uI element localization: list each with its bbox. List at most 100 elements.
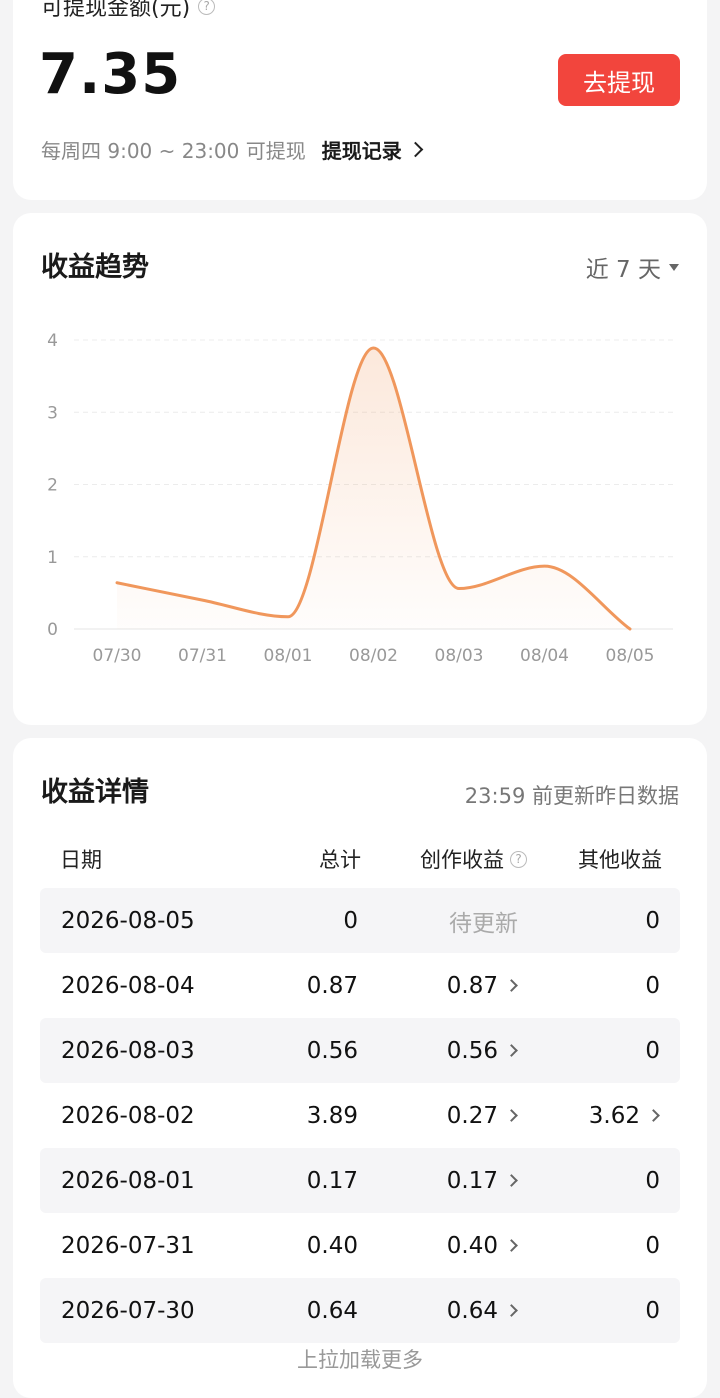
chevron-right-icon <box>407 142 423 158</box>
balance-amount: 7.35 <box>39 42 181 107</box>
cell-total-value: 0.56 <box>307 1038 358 1064</box>
cell-date: 2026-08-01 <box>61 1148 195 1213</box>
chevron-right-icon <box>647 1109 660 1122</box>
chevron-right-icon <box>505 1044 518 1057</box>
cell-total: 0.56 <box>307 1018 358 1083</box>
question-circle-icon[interactable]: ? <box>510 851 527 868</box>
cell-creation[interactable]: 0.56 <box>447 1018 518 1083</box>
cell-other-value: 0 <box>645 1038 660 1064</box>
cell-creation[interactable]: 0.40 <box>447 1213 518 1278</box>
cell-other: 0 <box>645 888 660 953</box>
cell-total: 0.40 <box>307 1213 358 1278</box>
balance-label: 可提现金额(元) <box>41 0 190 22</box>
cell-other-value: 0 <box>645 1233 660 1259</box>
withdraw-schedule-row: 每周四 9:00 ~ 23:00 可提现 提现记录 <box>41 135 421 164</box>
table-row: 2026-08-02 3.89 0.27 3.62 <box>40 1083 680 1148</box>
cell-total: 0 <box>343 888 358 953</box>
table-row: 2026-08-04 0.87 0.87 0 <box>40 953 680 1018</box>
x-tick-label: 07/31 <box>178 646 227 666</box>
table-row: 2026-08-05 0 待更新 0 <box>40 888 680 953</box>
detail-table: 2026-08-050待更新02026-08-040.870.8702026-0… <box>40 888 680 1343</box>
y-tick-label: 0 <box>47 620 58 640</box>
header-total: 总计 <box>319 844 361 874</box>
cell-date: 2026-08-04 <box>61 953 195 1018</box>
question-circle-icon[interactable]: ? <box>198 0 215 15</box>
table-row: 2026-08-03 0.56 0.56 0 <box>40 1018 680 1083</box>
header-creation: 创作收益 <box>420 844 504 874</box>
cell-creation: 待更新 <box>449 888 518 953</box>
cell-creation[interactable]: 0.27 <box>447 1083 518 1148</box>
balance-label-row: 可提现金额(元) ? <box>41 0 215 22</box>
cell-other: 0 <box>645 1018 660 1083</box>
x-tick-label: 08/03 <box>435 646 484 666</box>
cell-creation-value: 0.56 <box>447 1038 498 1064</box>
cell-date: 2026-07-31 <box>61 1213 195 1278</box>
cell-creation-value: 0.64 <box>447 1298 498 1324</box>
x-tick-label: 07/30 <box>93 646 142 666</box>
cell-total-value: 0.40 <box>307 1233 358 1259</box>
header-date: 日期 <box>60 844 102 874</box>
cell-date: 2026-08-02 <box>61 1083 195 1148</box>
cell-other[interactable]: 3.62 <box>589 1083 660 1148</box>
x-tick-label: 08/05 <box>606 646 655 666</box>
x-tick-label: 08/02 <box>349 646 398 666</box>
chevron-right-icon <box>505 1239 518 1252</box>
withdraw-record-link[interactable]: 提现记录 <box>322 135 421 164</box>
header-other: 其他收益 <box>578 844 662 874</box>
cell-other-value: 3.62 <box>589 1103 640 1129</box>
cell-other: 0 <box>645 1148 660 1213</box>
cell-date-value: 2026-07-31 <box>61 1233 195 1259</box>
withdraw-record-label: 提现记录 <box>322 135 402 164</box>
detail-title: 收益详情 <box>41 770 149 809</box>
cell-total-value: 0.17 <box>307 1168 358 1194</box>
chevron-right-icon <box>505 1174 518 1187</box>
cell-other-value: 0 <box>645 973 660 999</box>
cell-creation[interactable]: 0.64 <box>447 1278 518 1343</box>
cell-date-value: 2026-08-01 <box>61 1168 195 1194</box>
cell-date-value: 2026-08-04 <box>61 973 195 999</box>
load-more-hint: 上拉加载更多 <box>0 1344 720 1374</box>
cell-total-value: 0.87 <box>307 973 358 999</box>
detail-card: 收益详情 23:59 前更新昨日数据 日期 总计 创作收益 ? 其他收益 202… <box>13 738 707 1398</box>
cell-total-value: 0 <box>343 908 358 934</box>
cell-creation[interactable]: 0.17 <box>447 1148 518 1213</box>
cell-creation[interactable]: 0.87 <box>447 953 518 1018</box>
cell-total: 3.89 <box>307 1083 358 1148</box>
x-tick-label: 08/01 <box>264 646 313 666</box>
chevron-right-icon <box>505 1304 518 1317</box>
cell-date-value: 2026-08-02 <box>61 1103 195 1129</box>
cell-date: 2026-08-03 <box>61 1018 195 1083</box>
y-tick-label: 4 <box>47 331 58 351</box>
earnings-trend-chart: 0123407/3007/3108/0108/0208/0308/0408/05 <box>13 213 707 725</box>
withdraw-button[interactable]: 去提现 <box>558 54 680 106</box>
cell-other: 0 <box>645 1213 660 1278</box>
x-tick-label: 08/04 <box>520 646 569 666</box>
cell-date-value: 2026-08-05 <box>61 908 195 934</box>
cell-date-value: 2026-07-30 <box>61 1298 195 1324</box>
cell-other-value: 0 <box>645 908 660 934</box>
cell-total-value: 0.64 <box>307 1298 358 1324</box>
table-row: 2026-07-31 0.40 0.40 0 <box>40 1213 680 1278</box>
cell-creation-value: 待更新 <box>449 904 518 938</box>
cell-total: 0.64 <box>307 1278 358 1343</box>
chevron-right-icon <box>505 979 518 992</box>
cell-other: 0 <box>645 953 660 1018</box>
withdraw-schedule: 每周四 9:00 ~ 23:00 可提现 <box>41 135 306 164</box>
balance-card: 可提现金额(元) ? 7.35 去提现 每周四 9:00 ~ 23:00 可提现… <box>13 0 707 200</box>
header-creation-wrap: 创作收益 ? <box>420 844 527 874</box>
cell-other: 0 <box>645 1278 660 1343</box>
cell-total: 0.17 <box>307 1148 358 1213</box>
table-row: 2026-08-01 0.17 0.17 0 <box>40 1148 680 1213</box>
cell-total: 0.87 <box>307 953 358 1018</box>
cell-date: 2026-08-05 <box>61 888 195 953</box>
update-note: 23:59 前更新昨日数据 <box>465 780 679 810</box>
y-tick-label: 3 <box>47 403 58 423</box>
y-tick-label: 2 <box>47 476 58 496</box>
trend-card: 收益趋势 近 7 天 0123407/3007/3108/0108/0208/0… <box>13 213 707 725</box>
cell-date: 2026-07-30 <box>61 1278 195 1343</box>
cell-creation-value: 0.40 <box>447 1233 498 1259</box>
cell-creation-value: 0.17 <box>447 1168 498 1194</box>
cell-creation-value: 0.27 <box>447 1103 498 1129</box>
cell-other-value: 0 <box>645 1298 660 1324</box>
table-row: 2026-07-30 0.64 0.64 0 <box>40 1278 680 1343</box>
